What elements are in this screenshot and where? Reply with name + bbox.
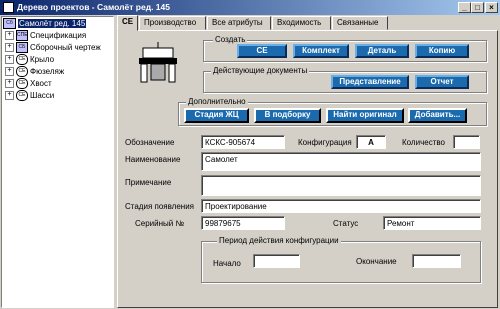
representation-button[interactable]: Представление (331, 75, 409, 89)
tree-item-label: Шасси (30, 91, 55, 100)
tree-item-label: Сборочный чертеж (30, 43, 101, 52)
close-button[interactable]: × (485, 2, 498, 13)
maximize-button[interactable]: □ (471, 2, 484, 13)
lifecycle-stage-button[interactable]: Стадия ЖЦ (184, 108, 249, 123)
stage-label: Стадия появления (125, 202, 195, 211)
tree-item-label: Спецификация (30, 31, 87, 40)
tree-item-fuselage[interactable]: + СЕ Фюзеляж (5, 66, 64, 78)
tree-item-label: Фюзеляж (30, 67, 65, 76)
tab-ce[interactable]: СЕ (117, 15, 138, 31)
end-label: Окончание (356, 257, 397, 266)
tree-item-landing-gear[interactable]: + СЕ Шасси (5, 90, 54, 102)
add-button[interactable]: Добавить... (408, 108, 467, 123)
expand-icon[interactable]: + (5, 79, 14, 88)
create-part-button[interactable]: Деталь (355, 44, 409, 58)
note-field[interactable] (201, 175, 481, 196)
create-copy-button[interactable]: Копию (415, 44, 469, 58)
note-label: Примечание (125, 178, 172, 187)
find-original-button[interactable]: Найти оригинал (326, 108, 404, 123)
project-tree[interactable]: Сб Самолёт ред. 145 + СПЕ Спецификация + СБ С… (1, 16, 114, 308)
documents-group-title: Действующие документы (211, 66, 310, 75)
app-icon (3, 2, 14, 13)
create-ce-button[interactable]: СЕ (237, 44, 287, 58)
status-label: Статус (333, 219, 359, 228)
add-to-selection-button[interactable]: В подборку (254, 108, 321, 123)
tree-item-drawing[interactable]: + СБ Сборочный чертеж (5, 42, 101, 54)
quantity-field[interactable] (453, 135, 480, 149)
quantity-label: Количество (402, 138, 445, 147)
period-group-title: Период действия конфигурации (217, 236, 341, 245)
serial-label: Серийный № (135, 219, 185, 228)
tree-root[interactable]: Сб Самолёт ред. 145 (3, 18, 87, 30)
expand-icon[interactable]: + (5, 31, 14, 40)
name-label: Наименование (125, 155, 181, 164)
tab-inclusion[interactable]: Входимость (272, 16, 331, 30)
end-date-field[interactable] (412, 254, 461, 268)
document-icon: СБ (16, 42, 28, 53)
assembly-unit-icon: СЕ (16, 66, 28, 77)
expand-icon[interactable]: + (5, 67, 14, 76)
serial-field[interactable]: 99879675 (201, 216, 285, 230)
assembly-unit-icon: СЕ (16, 78, 28, 89)
expand-icon[interactable]: + (5, 91, 14, 100)
assembly-icon: Сб (3, 18, 16, 29)
tab-all-attributes[interactable]: Все атрибуты (207, 16, 271, 30)
tree-item-label: Крыло (30, 55, 55, 64)
start-label: Начало (213, 259, 241, 268)
tree-root-label: Самолёт ред. 145 (18, 19, 87, 28)
window-title: Дерево проектов - Самолёт ред. 145 (17, 2, 170, 12)
tab-related[interactable]: Связанные (332, 16, 388, 30)
window-titlebar[interactable]: Дерево проектов - Самолёт ред. 145 _ □ × (0, 0, 500, 15)
assembly-unit-icon: СЕ (16, 54, 28, 65)
report-button[interactable]: Отчет (415, 75, 469, 89)
assembly-picture-icon (139, 42, 177, 83)
configuration-field[interactable]: A (356, 135, 386, 149)
expand-icon[interactable]: + (5, 43, 14, 52)
designation-field[interactable]: КСКС-905674 (201, 135, 285, 149)
designation-label: Обозначение (125, 138, 175, 147)
document-icon: СПЕ (16, 30, 28, 41)
minimize-button[interactable]: _ (458, 2, 471, 13)
tree-item-spec[interactable]: + СПЕ Спецификация (5, 30, 86, 42)
configuration-label: Конфигурация (298, 138, 352, 147)
create-kit-button[interactable]: Комплект (293, 44, 349, 58)
create-group-title: Создать (213, 35, 248, 44)
start-date-field[interactable] (253, 254, 300, 268)
extra-group-title: Дополнительно (186, 97, 248, 106)
assembly-unit-icon: СЕ (16, 90, 28, 101)
tree-item-label: Хвост (30, 79, 52, 88)
status-field[interactable]: Ремонт (383, 216, 481, 230)
tree-item-tail[interactable]: + СЕ Хвост (5, 78, 52, 90)
name-field[interactable]: Самолет (201, 152, 481, 171)
stage-field[interactable]: Проектирование (201, 199, 481, 213)
expand-icon[interactable]: + (5, 55, 14, 64)
tree-item-wing[interactable]: + СЕ Крыло (5, 54, 54, 66)
tab-production[interactable]: Производство (139, 16, 206, 30)
